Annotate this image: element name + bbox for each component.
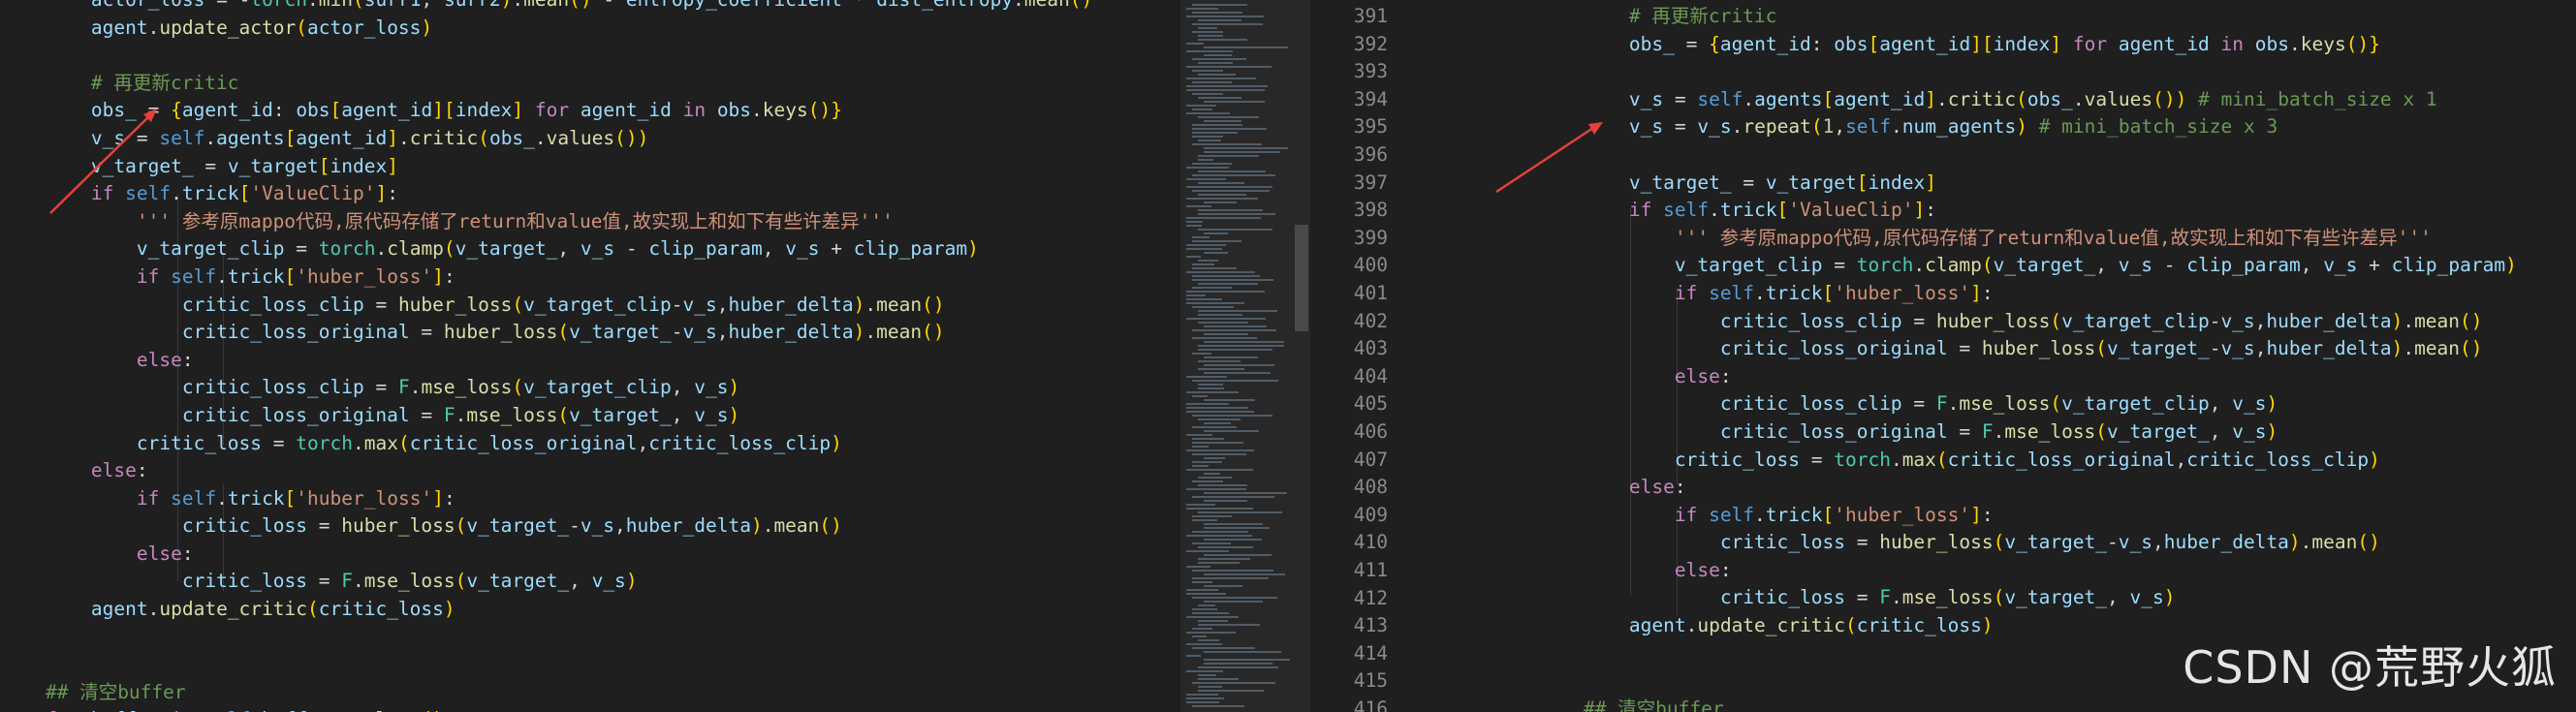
code-line[interactable]: critic_loss_original = huber_loss(v_targ… — [0, 319, 1092, 347]
line-number: 403 — [1353, 337, 1388, 360]
line-number: 398 — [1353, 199, 1388, 222]
code-line[interactable]: else: — [1492, 363, 2517, 391]
minimap[interactable] — [1180, 0, 1310, 712]
code-line[interactable]: ## 清空buffer — [1492, 696, 2517, 712]
line-number: 402 — [1353, 309, 1388, 332]
code-line[interactable]: v_s = v_s.repeat(1,self.num_agents) # mi… — [1492, 113, 2517, 141]
code-line[interactable]: critic_loss = huber_loss(v_target_-v_s,h… — [1492, 529, 2517, 557]
code-line[interactable]: v_target_clip = torch.clamp(v_target_, v… — [0, 235, 1092, 263]
line-number: 414 — [1353, 641, 1388, 665]
code-line[interactable]: else: — [1492, 557, 2517, 585]
annotation-arrow-left — [49, 108, 157, 214]
line-number: 406 — [1353, 420, 1388, 443]
line-number: 411 — [1353, 559, 1388, 581]
code-line[interactable]: ''' 参考原mappo代码,原代码存储了return和value值,故实现上和… — [1492, 225, 2517, 253]
minimap-viewport — [1180, 0, 1310, 712]
left-editor-pane[interactable]: actor_loss = -torch.min(surr1, surr2).me… — [0, 0, 1180, 712]
code-line[interactable]: for buffer in self.buffers.values(): — [0, 706, 1092, 712]
line-number: 396 — [1353, 143, 1388, 166]
right-editor-pane[interactable]: 391 392 393 394 395 396 397 398 399 400 401 402 403 4… — [1310, 0, 2576, 712]
code-line[interactable]: if self.trick['ValueClip']: — [1492, 197, 2517, 225]
line-number-gutter: 391 392 393 394 395 396 397 398 399 400 401 402 403 4… — [1310, 0, 1407, 712]
code-line[interactable]: ## 清空buffer — [0, 679, 1092, 707]
code-line[interactable]: else: — [0, 541, 1092, 569]
code-line[interactable]: critic_loss_original = F.mse_loss(v_targ… — [1492, 418, 2517, 447]
code-line[interactable]: v_target_ = v_target[index] — [1492, 170, 2517, 198]
code-line[interactable]: else: — [1492, 474, 2517, 502]
code-line[interactable]: if self.trick['huber_loss']: — [1492, 280, 2517, 308]
line-number: 405 — [1353, 392, 1388, 416]
annotation-arrow-right — [1495, 122, 1603, 194]
code-line[interactable] — [1492, 141, 2517, 170]
code-line[interactable] — [0, 42, 1092, 70]
code-line[interactable]: critic_loss = torch.max(critic_loss_orig… — [0, 430, 1092, 458]
code-line[interactable] — [0, 624, 1092, 652]
code-line[interactable]: v_target_clip = torch.clamp(v_target_, v… — [1492, 252, 2517, 280]
code-line[interactable]: else: — [0, 347, 1092, 375]
csdn-watermark: CSDN @荒野火狐 — [2183, 641, 2557, 694]
line-number: 407 — [1353, 448, 1388, 471]
line-number: 401 — [1353, 282, 1388, 304]
line-number: 413 — [1353, 614, 1388, 637]
code-line[interactable]: # 再更新critic — [1492, 3, 2517, 31]
line-number: 397 — [1353, 170, 1388, 194]
code-line[interactable]: if self.trick['huber_loss']: — [0, 485, 1092, 513]
line-number: 409 — [1353, 503, 1388, 526]
line-number: 400 — [1353, 254, 1388, 277]
line-number: 399 — [1353, 226, 1388, 249]
code-line[interactable]: critic_loss_clip = F.mse_loss(v_target_c… — [0, 374, 1092, 402]
code-line[interactable]: critic_loss = huber_loss(v_target_-v_s,h… — [0, 512, 1092, 541]
code-line[interactable]: if self.trick['huber_loss']: — [1492, 502, 2517, 530]
code-line[interactable]: # 再更新critic — [0, 70, 1092, 98]
line-number: 416 — [1353, 697, 1388, 712]
code-line[interactable]: agent.update_actor(actor_loss) — [0, 15, 1092, 43]
line-number: 395 — [1353, 115, 1388, 139]
line-number: 393 — [1353, 60, 1388, 83]
line-number: 392 — [1353, 32, 1388, 55]
line-number: 404 — [1353, 364, 1388, 387]
line-number: 394 — [1353, 87, 1388, 110]
code-line[interactable]: critic_loss = torch.max(critic_loss_orig… — [1492, 447, 2517, 475]
code-line[interactable]: critic_loss_clip = huber_loss(v_target_c… — [0, 292, 1092, 320]
code-line[interactable]: actor_loss = -torch.min(surr1, surr2).me… — [0, 0, 1092, 15]
code-line[interactable]: agent.update_critic(critic_loss) — [0, 596, 1092, 624]
code-line[interactable] — [0, 651, 1092, 679]
code-line[interactable]: obs_ = {agent_id: obs[agent_id][index] f… — [1492, 31, 2517, 59]
line-number: 410 — [1353, 531, 1388, 554]
code-line[interactable]: critic_loss_original = F.mse_loss(v_targ… — [0, 402, 1092, 430]
line-number: 408 — [1353, 476, 1388, 499]
code-line[interactable]: critic_loss_original = huber_loss(v_targ… — [1492, 335, 2517, 363]
code-line[interactable]: critic_loss = F.mse_loss(v_target_, v_s) — [0, 568, 1092, 596]
code-line[interactable]: if self.trick['huber_loss']: — [0, 263, 1092, 292]
line-number: 415 — [1353, 669, 1388, 693]
code-line[interactable] — [1492, 58, 2517, 86]
line-number: 391 — [1353, 5, 1388, 27]
minimap-scrollbar-thumb[interactable] — [1295, 225, 1308, 331]
code-line[interactable]: critic_loss_clip = huber_loss(v_target_c… — [1492, 308, 2517, 336]
line-number: 412 — [1353, 586, 1388, 609]
code-line[interactable]: v_s = self.agents[agent_id].critic(obs_.… — [1492, 86, 2517, 114]
right-code-area[interactable]: # 再更新critic obs_ = {agent_id: obs[agent_… — [1492, 3, 2517, 712]
code-line[interactable]: else: — [0, 457, 1092, 485]
code-line[interactable]: critic_loss_clip = F.mse_loss(v_target_c… — [1492, 390, 2517, 418]
code-line[interactable]: critic_loss = F.mse_loss(v_target_, v_s) — [1492, 584, 2517, 612]
